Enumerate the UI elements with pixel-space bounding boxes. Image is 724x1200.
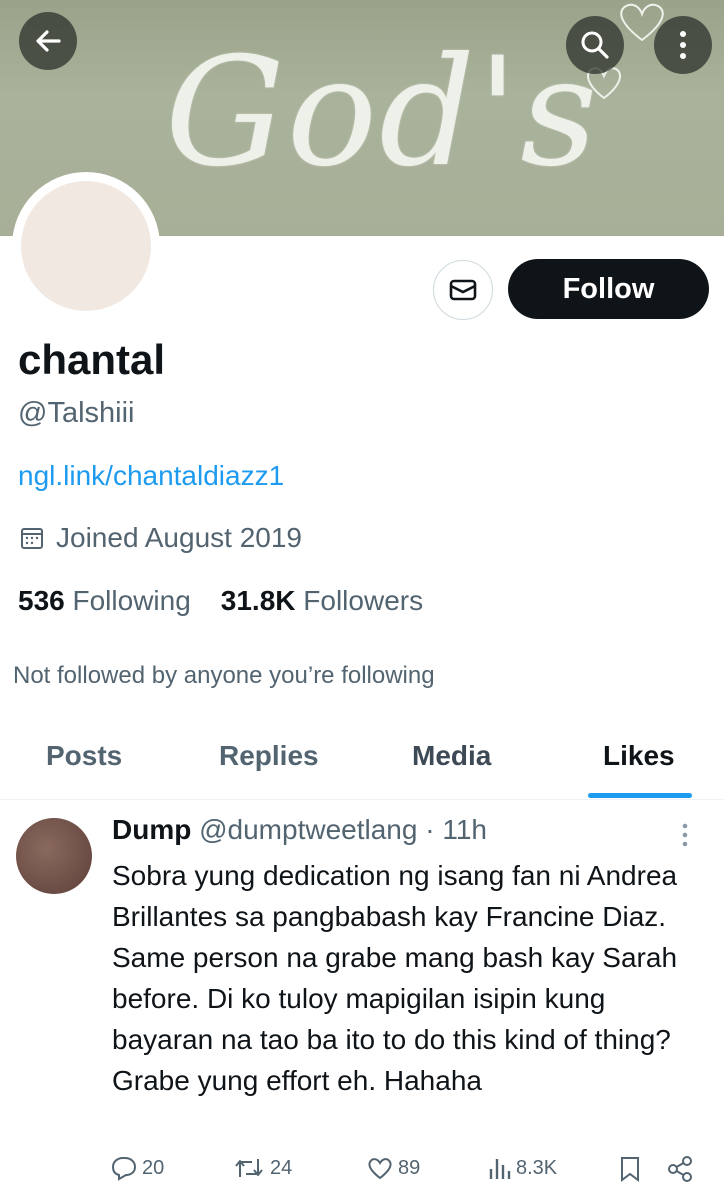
tab-replies[interactable]: Replies bbox=[219, 740, 319, 772]
active-tab-indicator bbox=[588, 793, 692, 798]
back-arrow-icon bbox=[36, 30, 61, 52]
display-name: chantal bbox=[18, 336, 166, 383]
back-button[interactable] bbox=[19, 12, 77, 70]
views-icon bbox=[489, 1159, 511, 1179]
tweet-more-icon[interactable] bbox=[680, 822, 690, 850]
heart-icon bbox=[368, 1158, 392, 1180]
reply-icon bbox=[111, 1157, 137, 1181]
like-count: 89 bbox=[398, 1156, 421, 1179]
mail-icon bbox=[449, 279, 477, 301]
view-count: 8.3K bbox=[516, 1156, 558, 1179]
more-vertical-icon bbox=[680, 31, 686, 59]
banner-script-text: God's bbox=[165, 26, 600, 200]
follow-stats: 536 Following 31.8K Followers bbox=[18, 585, 423, 617]
tab-likes[interactable]: Likes bbox=[603, 740, 675, 772]
joined-label: Joined August 2019 bbox=[56, 522, 302, 553]
following-label: Following bbox=[72, 585, 191, 616]
like-button[interactable]: 89 bbox=[366, 1155, 420, 1181]
retweet-count: 24 bbox=[270, 1156, 293, 1179]
following-count: 536 bbox=[18, 585, 65, 616]
search-button[interactable] bbox=[566, 16, 624, 74]
bookmark-icon[interactable] bbox=[618, 1155, 642, 1183]
tweet-actions: 20 24 89 8.3K bbox=[0, 1155, 724, 1185]
reply-button[interactable]: 20 bbox=[110, 1155, 164, 1181]
avatar-image bbox=[21, 181, 151, 311]
share-icon[interactable] bbox=[666, 1155, 694, 1183]
reply-count: 20 bbox=[142, 1156, 165, 1179]
tweet-header: Dump @dumptweetlang · 11h bbox=[112, 814, 487, 846]
retweet-button[interactable]: 24 bbox=[232, 1155, 292, 1181]
follow-button[interactable]: Follow bbox=[508, 259, 709, 319]
profile-tabs: Posts Replies Media Likes bbox=[0, 718, 724, 800]
tweet-author-avatar[interactable] bbox=[16, 818, 92, 894]
followers-label: Followers bbox=[303, 585, 424, 616]
tweet-author-handle[interactable]: @dumptweetlang bbox=[199, 814, 417, 845]
more-options-button[interactable] bbox=[654, 16, 712, 74]
profile-avatar[interactable] bbox=[12, 172, 160, 320]
tweet-author-name[interactable]: Dump bbox=[112, 814, 191, 845]
following-stat[interactable]: 536 Following bbox=[18, 585, 191, 617]
retweet-icon bbox=[235, 1159, 263, 1177]
tab-media[interactable]: Media bbox=[412, 740, 491, 772]
tweet-time[interactable]: 11h bbox=[442, 814, 487, 845]
search-icon bbox=[581, 31, 609, 59]
profile-link[interactable]: ngl.link/chantaldiazz1 bbox=[18, 460, 284, 492]
followers-count: 31.8K bbox=[220, 585, 296, 616]
user-handle: @Talshiii bbox=[18, 397, 135, 429]
followers-stat[interactable]: 31.8K Followers bbox=[221, 585, 423, 617]
views-button[interactable]: 8.3K bbox=[488, 1155, 557, 1181]
not-followed-note: Not followed by anyone you’re following bbox=[13, 662, 435, 689]
calendar-icon bbox=[21, 528, 43, 549]
message-button[interactable] bbox=[433, 260, 493, 320]
tab-posts[interactable]: Posts bbox=[46, 740, 122, 772]
joined-date: Joined August 2019 bbox=[20, 522, 302, 554]
tweet-text: Sobra yung dedication ng isang fan ni An… bbox=[112, 860, 678, 1096]
tweet-separator: · bbox=[425, 814, 435, 845]
